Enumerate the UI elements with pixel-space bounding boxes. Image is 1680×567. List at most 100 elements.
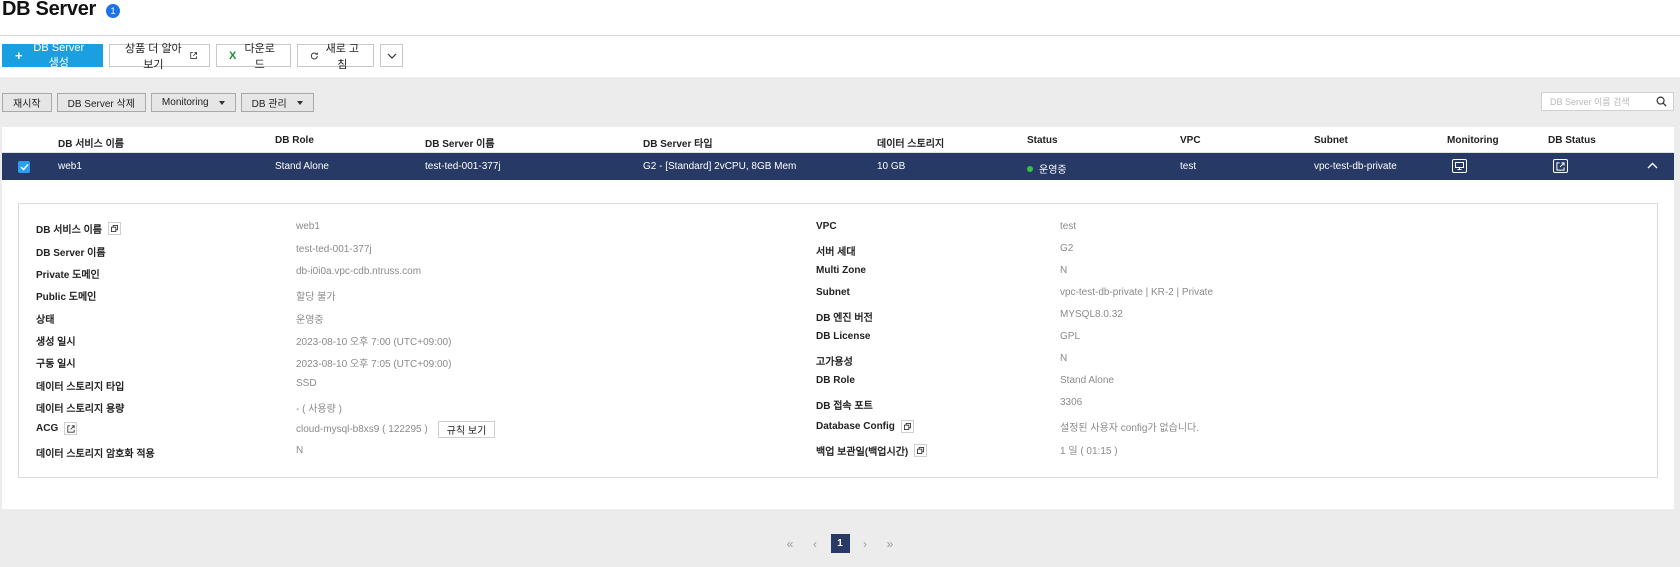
detail-value: MYSQL8.0.32 (1060, 309, 1123, 320)
plus-icon: + (15, 48, 23, 63)
refresh-icon (310, 52, 318, 59)
status-label: 운영중 (1039, 165, 1067, 176)
next-page-icon[interactable]: › (856, 534, 875, 553)
detail-value: 할당 불가 (296, 292, 336, 303)
detail-label: Database Config (816, 420, 914, 433)
table-row[interactable]: web1 Stand Alone test-ted-001-377j G2 - … (2, 153, 1674, 180)
page-header: DB Server 1 + DB Server 생성 상품 더 알아보기 X 다… (0, 0, 1680, 77)
column-header[interactable]: DB Role (275, 135, 314, 146)
monitoring-dropdown[interactable]: Monitoring (150, 93, 236, 112)
action-bar: 재시작 DB Server 삭제 Monitoring DB 관리 (2, 93, 314, 112)
detail-value: 2023-08-10 오후 7:00 (UTC+09:00) (296, 337, 452, 348)
page-number[interactable]: 1 (830, 534, 850, 553)
monitoring-label: Monitoring (161, 97, 209, 108)
detail-label: DB License (816, 331, 871, 342)
copy-icon[interactable] (914, 444, 928, 457)
learn-more-button[interactable]: 상품 더 알아보기 (109, 43, 210, 71)
title-group: DB Server 1 (2, 0, 121, 21)
detail-label: 구동 일시 (36, 359, 76, 370)
search-input[interactable] (1542, 93, 1650, 110)
search-box (1541, 92, 1674, 111)
prev-page-icon[interactable]: ‹ (806, 534, 825, 553)
detail-value: 운영중 (296, 315, 324, 326)
cell-server-type: G2 - [Standard] 2vCPU, 8GB Mem (643, 161, 797, 172)
server-detail-panel: DB 서비스 이름 web1 DB Server 이름 test-ted-001… (18, 203, 1658, 478)
toolbar: + DB Server 생성 상품 더 알아보기 X 다운로드 새로 고침 (2, 41, 403, 71)
detail-value: cloud-mysql-b8xs9 ( 122295 ) 규칙 보기 (296, 421, 496, 438)
detail-label: 데이터 스토리지 용량 (36, 404, 125, 415)
delete-db-server-button[interactable]: DB Server 삭제 (56, 93, 146, 112)
detail-label: 데이터 스토리지 타입 (36, 382, 125, 393)
detail-value: - ( 사용량 ) (296, 404, 342, 415)
server-table: DB 서비스 이름 DB Role DB Server 이름 DB Server… (2, 127, 1674, 509)
create-label: DB Server 생성 (33, 41, 85, 69)
detail-value: N (1060, 265, 1068, 276)
detail-label: 생성 일시 (36, 337, 76, 348)
column-header[interactable]: DB Status (1548, 135, 1596, 146)
excel-icon: X (229, 49, 237, 62)
detail-label: DB 접속 포트 (816, 401, 873, 412)
external-link-icon[interactable] (64, 422, 78, 435)
download-label: 다운로드 (244, 42, 275, 71)
detail-label: 상태 (36, 315, 55, 326)
learn-more-label: 상품 더 알아보기 (124, 42, 182, 71)
column-header[interactable]: VPC (1180, 135, 1201, 146)
detail-value: test-ted-001-377j (296, 244, 372, 255)
search-icon[interactable] (1656, 96, 1667, 107)
db-manage-dropdown[interactable]: DB 관리 (240, 93, 314, 112)
detail-label: Multi Zone (816, 265, 866, 276)
detail-label: Private 도메인 (36, 270, 100, 281)
detail-value: 1 일 ( 01:15 ) (1060, 446, 1118, 457)
cell-subnet: vpc-test-db-private (1314, 161, 1397, 172)
restart-label: 재시작 (13, 99, 41, 110)
restart-button[interactable]: 재시작 (2, 93, 52, 112)
detail-value: N (296, 445, 304, 456)
copy-icon[interactable] (108, 222, 121, 235)
chevron-up-icon[interactable] (1647, 160, 1658, 172)
view-rules-button[interactable]: 규칙 보기 (437, 421, 496, 438)
last-page-icon[interactable]: » (881, 534, 900, 553)
cell-status: 운영중 (1027, 161, 1067, 176)
detail-value: db-i0i0a.vpc-cdb.ntruss.com (296, 266, 422, 277)
row-checkbox[interactable] (18, 161, 30, 173)
caret-down-icon (218, 100, 225, 105)
more-dropdown-button[interactable] (380, 44, 403, 67)
column-header[interactable]: DB 서비스 이름 (58, 135, 124, 150)
detail-label: 백업 보관일(백업시간) (816, 443, 928, 458)
monitoring-icon[interactable] (1452, 159, 1467, 173)
refresh-button[interactable]: 새로 고침 (297, 43, 374, 71)
column-header[interactable]: 데이터 스토리지 (877, 135, 944, 150)
detail-label: DB Server 이름 (36, 248, 106, 259)
create-db-server-button[interactable]: + DB Server 생성 (2, 41, 103, 69)
detail-label: DB 서비스 이름 (36, 221, 121, 236)
download-button[interactable]: X 다운로드 (216, 43, 291, 71)
cell-storage: 10 GB (877, 161, 906, 172)
detail-value: 설정된 사용자 config가 없습니다. (1060, 423, 1199, 434)
db-manage-label: DB 관리 (251, 99, 287, 110)
detail-value: SSD (296, 378, 317, 389)
detail-value: G2 (1060, 243, 1074, 254)
column-header[interactable]: Status (1027, 135, 1058, 146)
header-divider (0, 35, 1680, 36)
db-status-link-icon[interactable] (1553, 159, 1568, 173)
column-header[interactable]: DB Server 이름 (425, 135, 495, 150)
detail-label: DB 엔진 버전 (816, 313, 873, 324)
column-header[interactable]: Monitoring (1447, 135, 1499, 146)
detail-value: Stand Alone (1060, 375, 1114, 386)
cell-vpc: test (1180, 161, 1197, 172)
cell-role: Stand Alone (275, 161, 329, 172)
detail-value: web1 (296, 221, 320, 232)
page-title: DB Server (2, 0, 97, 20)
delete-label: DB Server 삭제 (67, 99, 135, 110)
column-header[interactable]: Subnet (1314, 135, 1348, 146)
column-header[interactable]: DB Server 타입 (643, 135, 713, 150)
caret-down-icon (296, 100, 303, 105)
detail-label: DB Role (816, 375, 855, 386)
detail-label: 데이터 스토리지 암호화 적용 (36, 449, 155, 460)
count-badge: 1 (106, 3, 121, 18)
cell-service-name: web1 (58, 161, 82, 172)
detail-label: Subnet (816, 287, 850, 298)
copy-icon[interactable] (900, 420, 914, 433)
status-running-indicator (1027, 166, 1033, 172)
first-page-icon[interactable]: « (781, 534, 800, 553)
